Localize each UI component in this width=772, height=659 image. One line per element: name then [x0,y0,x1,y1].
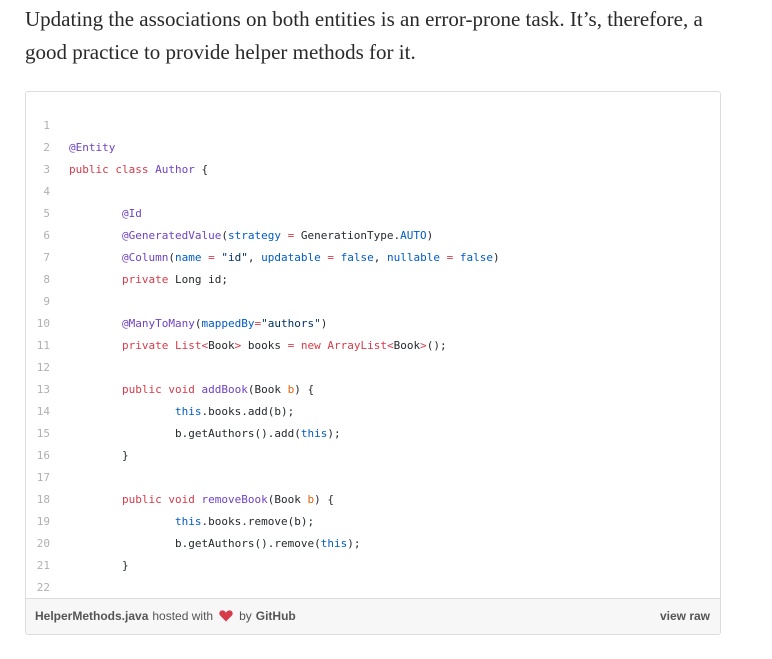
code-line: 17 public void removeBook(Book b) { [26,445,720,506]
gist-filename-link[interactable]: HelperMethods.java [35,609,148,623]
code-line: 16 [26,423,720,462]
hosted-with-text: hosted with [152,609,214,623]
code-line: 18 this.books.remove(b); [26,467,720,528]
code-line: 3 [26,137,720,176]
code-line: 23 } [26,577,720,634]
code-line: 5 @GeneratedValue(strategy = GenerationT… [26,181,720,242]
heart-icon [219,610,233,622]
code-line: 12 public void addBook(Book b) { [26,335,720,396]
gist-embed: 1 @Entity 2 public class Author { 3 4 @I… [25,91,721,635]
code-line: 19 b.getAuthors().remove(this); [26,489,720,550]
github-link[interactable]: GitHub [256,609,296,623]
code-block: 1 @Entity 2 public class Author { 3 4 @I… [26,92,720,634]
code-line: 9 @ManyToMany(mappedBy="authors") [26,269,720,330]
code-line: 21 [26,533,720,572]
code-line: 10 private List<Book> books = new ArrayL… [26,291,720,352]
gist-meta-bar: HelperMethods.java hosted with by GitHub… [26,598,720,634]
intro-paragraph: Updating the associations on both entiti… [25,7,703,64]
code-line: 7 private Long id; [26,225,720,286]
code-line: 20 } [26,511,720,572]
code-line: 8 [26,247,720,286]
by-text: by [239,609,252,623]
view-raw-link[interactable]: view raw [660,609,710,623]
code-line: 15 } [26,401,720,462]
code-line: 2 public class Author { [26,115,720,176]
code-line: 6 @Column(name = "id", updatable = false… [26,203,720,264]
code-line: 1 @Entity [26,93,720,154]
code-line: 11 [26,313,720,352]
gist-meta-left: HelperMethods.java hosted with by GitHub [35,609,296,623]
code-line: 22 ... [26,555,720,616]
code-line: 13 this.books.add(b); [26,357,720,418]
code-line: 4 @Id [26,159,720,220]
code-line: 14 b.getAuthors().add(this); [26,379,720,440]
